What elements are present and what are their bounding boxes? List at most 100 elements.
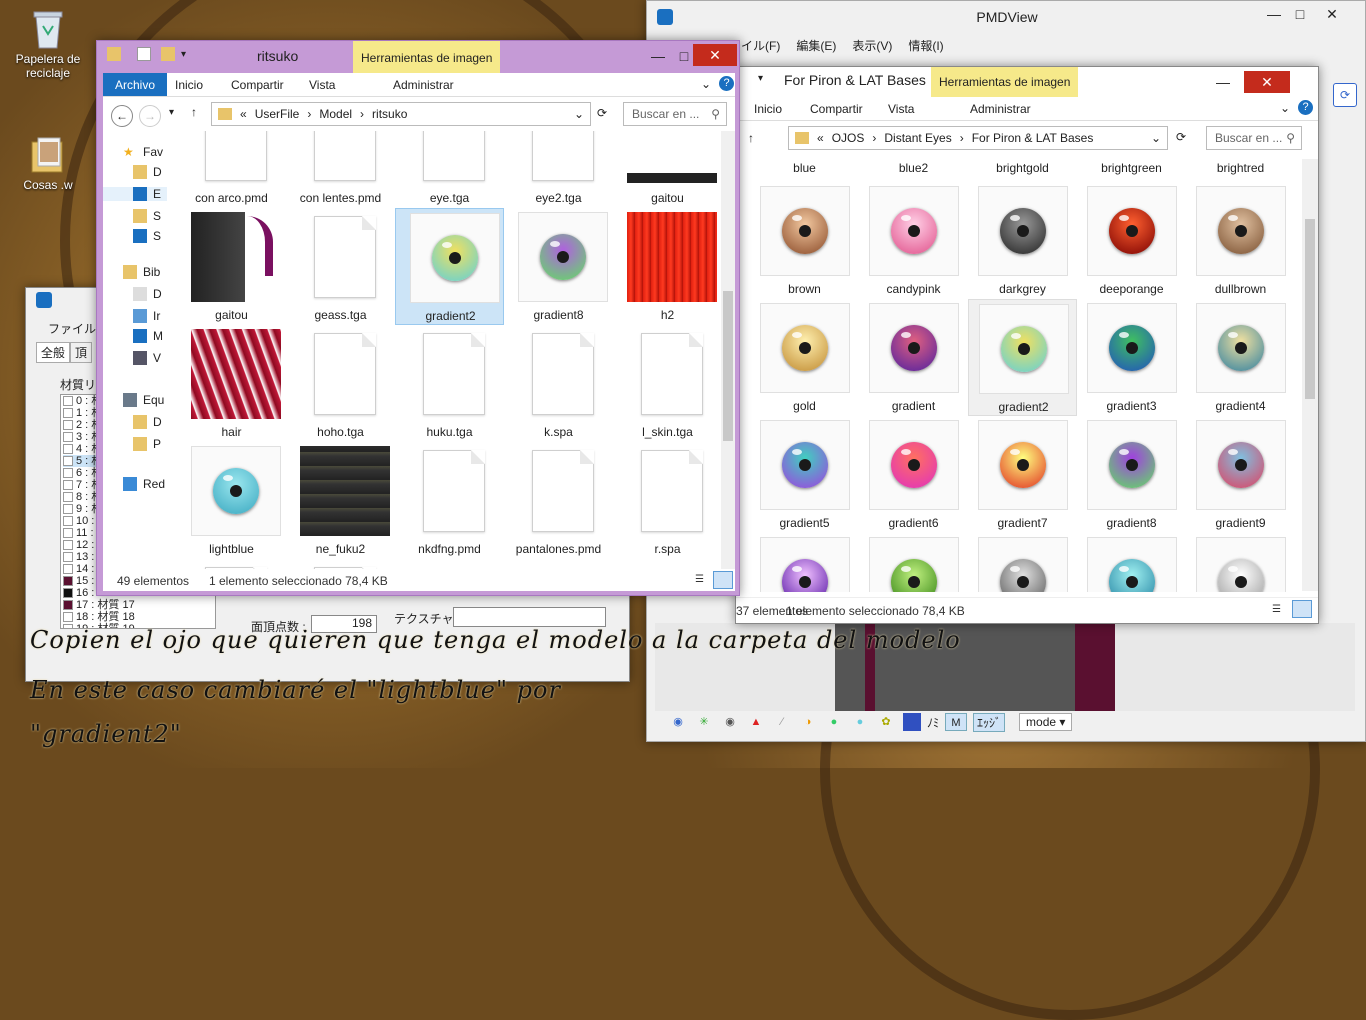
file-item[interactable]: con lentes.pmd — [286, 131, 395, 208]
large-icons-view-icon[interactable] — [713, 571, 733, 589]
nav-item[interactable]: E — [103, 187, 167, 201]
breadcrumb-item[interactable]: Distant Eyes — [884, 131, 951, 145]
file-item[interactable]: gradient2 — [395, 208, 504, 325]
scrollbar-thumb[interactable] — [1305, 219, 1315, 399]
file-item[interactable]: gradient5 — [750, 416, 859, 533]
toolbar-button[interactable]: ◉ — [669, 713, 687, 731]
file-item[interactable] — [613, 559, 717, 569]
chevron-down-icon[interactable]: ▾ — [169, 107, 174, 118]
file-item[interactable]: gradient8 — [504, 208, 613, 325]
details-view-icon[interactable]: ☰ — [1272, 604, 1281, 615]
file-item[interactable]: gradient9 — [1186, 416, 1295, 533]
file-item[interactable]: dullbrown — [1186, 182, 1295, 299]
tab-vertex[interactable]: 頂 — [70, 342, 93, 363]
file-label[interactable]: blue2 — [859, 161, 968, 175]
forward-button[interactable]: → — [139, 105, 161, 127]
nav-item[interactable]: D — [133, 287, 162, 301]
file-item[interactable]: candypink — [859, 182, 968, 299]
tab-administrar[interactable]: Administrar — [958, 97, 1043, 120]
file-item[interactable]: gradient — [859, 299, 968, 416]
toolbar-button[interactable]: ◉ — [721, 713, 739, 731]
toolbar-button[interactable]: ▲ — [747, 713, 765, 731]
nav-item[interactable]: Bib — [123, 265, 160, 279]
chevron-down-icon[interactable]: ▾ — [181, 49, 186, 60]
chevron-down-icon[interactable]: ▾ — [758, 73, 763, 84]
file-item[interactable]: lightblue — [177, 442, 286, 559]
file-item[interactable]: deeporange — [1077, 182, 1186, 299]
material-row[interactable]: 17 : 材質 17 — [63, 599, 215, 611]
file-item[interactable]: con arco.pmd — [177, 131, 286, 208]
refresh-icon[interactable]: ⟳ — [1333, 83, 1357, 107]
file-item[interactable] — [968, 533, 1077, 592]
nav-item[interactable]: S — [133, 229, 161, 243]
tab-vista[interactable]: Vista — [876, 97, 926, 120]
close-button[interactable]: ✕ — [1315, 3, 1349, 25]
file-item[interactable]: pantalones.pmd — [504, 442, 613, 559]
file-item[interactable] — [859, 533, 968, 592]
toolbar-button[interactable]: ✳ — [695, 713, 713, 731]
file-item[interactable] — [177, 559, 286, 569]
file-item[interactable]: eye.tga — [395, 131, 504, 208]
vertical-scrollbar[interactable] — [1302, 159, 1318, 591]
file-label[interactable]: brightgold — [968, 161, 1077, 175]
help-icon[interactable]: ? — [719, 76, 734, 91]
file-label[interactable]: blue — [750, 161, 859, 175]
details-view-icon[interactable]: ☰ — [695, 574, 704, 585]
refresh-icon[interactable]: ⟳ — [1176, 130, 1186, 144]
file-item[interactable]: gradient6 — [859, 416, 968, 533]
tab-archivo[interactable]: Archivo — [103, 73, 168, 96]
file-item[interactable]: h2 — [613, 208, 717, 325]
file-item[interactable]: gaitou — [613, 131, 717, 208]
toolbar-label[interactable]: ﾉﾐ — [927, 714, 939, 731]
nav-item[interactable]: ★ Fav — [123, 145, 163, 159]
scrollbar-thumb[interactable] — [723, 291, 733, 441]
file-item[interactable]: gradient2 — [968, 299, 1077, 416]
nav-item[interactable]: D — [133, 415, 162, 429]
file-item[interactable]: k.spa — [504, 325, 613, 442]
material-row[interactable]: 18 : 材質 18 — [63, 611, 215, 623]
file-item[interactable]: geass.tga — [286, 208, 395, 325]
file-label[interactable]: brightred — [1186, 161, 1295, 175]
maximize-button[interactable]: □ — [1283, 3, 1317, 25]
address-bar[interactable]: « UserFile › Model › ritsuko ⌄ — [211, 102, 591, 126]
menu-view[interactable]: 表示(V) — [852, 37, 892, 54]
file-item[interactable] — [1186, 533, 1295, 592]
texture-field[interactable] — [453, 607, 606, 627]
tab-inicio[interactable]: Inicio — [163, 73, 215, 96]
close-button[interactable]: ✕ — [1244, 71, 1290, 93]
tab-compartir[interactable]: Compartir — [798, 97, 875, 120]
file-item[interactable]: gradient7 — [968, 416, 1077, 533]
file-item[interactable]: eye2.tga — [504, 131, 613, 208]
desktop-icon-folder[interactable]: Cosas .w — [10, 134, 86, 192]
nav-item[interactable]: S — [133, 209, 161, 223]
chevron-down-icon[interactable]: ⌄ — [701, 77, 711, 91]
file-item[interactable] — [750, 533, 859, 592]
file-item[interactable] — [286, 559, 395, 569]
nav-item[interactable]: D — [133, 165, 162, 179]
file-item[interactable] — [1077, 533, 1186, 592]
tab-compartir[interactable]: Compartir — [219, 73, 296, 96]
edge-toggle[interactable]: ｴｯｼﾞ — [973, 712, 1006, 732]
nav-item[interactable]: Equ — [123, 393, 164, 407]
tab-general[interactable]: 全般 — [36, 342, 71, 363]
minimize-button[interactable]: — — [1206, 71, 1240, 93]
nav-item[interactable]: Red — [123, 477, 165, 491]
toolbar-button[interactable]: M — [945, 713, 968, 731]
toolbar-button[interactable]: ● — [825, 713, 843, 731]
breadcrumb-item[interactable]: UserFile — [255, 107, 300, 121]
file-item[interactable]: darkgrey — [968, 182, 1077, 299]
file-item[interactable]: gradient3 — [1077, 299, 1186, 416]
breadcrumb-item[interactable]: ritsuko — [372, 107, 407, 121]
tab-inicio[interactable]: Inicio — [742, 97, 794, 120]
file-item[interactable]: hair — [177, 325, 286, 442]
back-button[interactable]: ← — [111, 105, 133, 127]
nav-item[interactable]: M — [133, 329, 163, 343]
file-item[interactable]: l_skin.tga — [613, 325, 717, 442]
close-button[interactable]: ✕ — [693, 44, 737, 66]
file-item[interactable]: gold — [750, 299, 859, 416]
up-arrow-icon[interactable]: ↑ — [748, 131, 754, 145]
breadcrumb-item[interactable]: OJOS — [832, 131, 865, 145]
toolbar-button[interactable]: ⁄ — [773, 713, 791, 731]
file-item[interactable] — [504, 559, 613, 569]
breadcrumb-item[interactable]: Model — [319, 107, 352, 121]
